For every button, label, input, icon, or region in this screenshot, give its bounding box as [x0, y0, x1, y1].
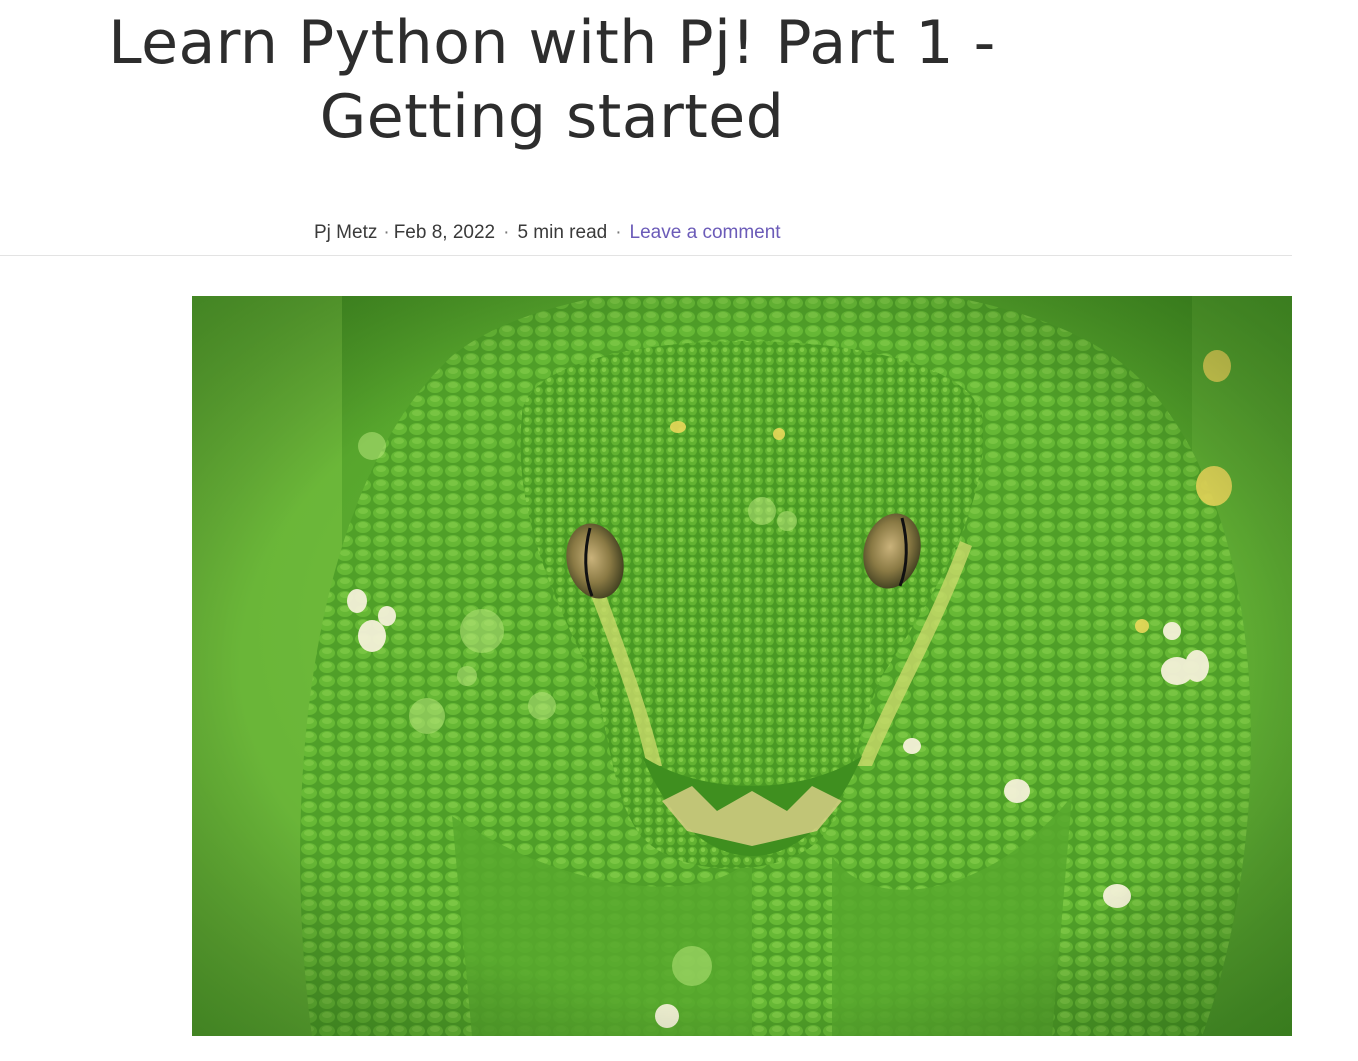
meta-separator: · — [615, 222, 622, 243]
hero-image — [192, 296, 1292, 1036]
header-divider — [0, 255, 1292, 256]
snake-illustration — [192, 296, 1292, 1036]
article-meta: Pj Metz · Feb 8, 2022 · 5 min read · Lea… — [314, 220, 781, 246]
meta-separator: · — [383, 222, 390, 243]
read-time: 5 min read — [517, 222, 608, 243]
article-title: Learn Python with Pj! Part 1 - Getting s… — [108, 8, 996, 152]
leave-comment-link[interactable]: Leave a comment — [630, 222, 781, 244]
author-name[interactable]: Pj Metz — [314, 222, 377, 244]
meta-separator: · — [503, 222, 510, 243]
publish-date: Feb 8, 2022 — [393, 222, 496, 243]
